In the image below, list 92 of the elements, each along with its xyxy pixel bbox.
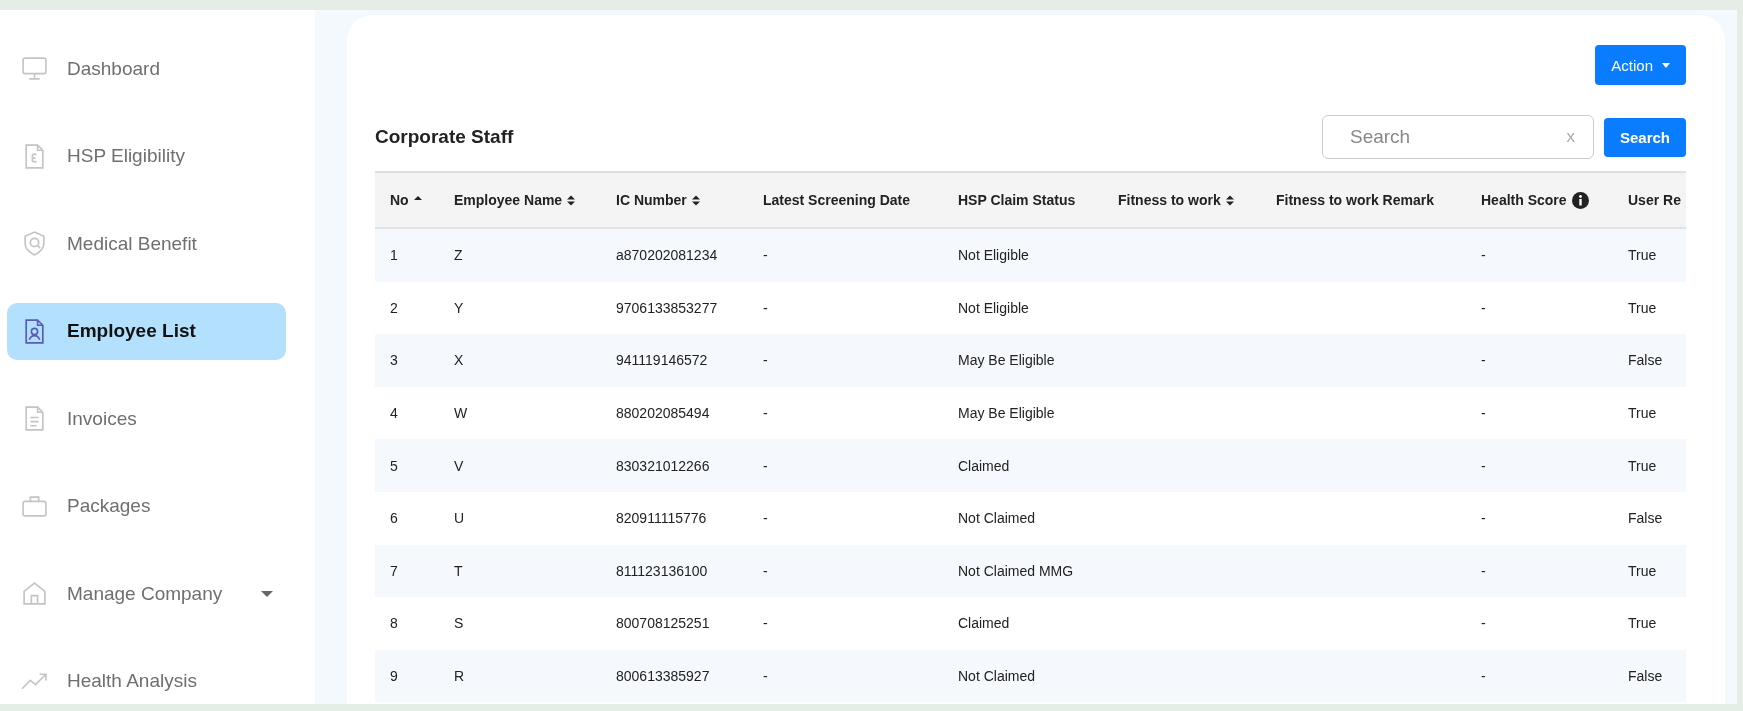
table-cell: 880202085494 [616, 405, 710, 422]
table-cell: - [1481, 457, 1486, 474]
table-cell: - [1481, 299, 1486, 316]
table-cell: - [763, 615, 768, 632]
table-cell: True [1628, 299, 1657, 316]
table-cell: T [454, 562, 463, 579]
table-cell: Not Eligible [958, 299, 1029, 316]
table-cell: 820911115776 [616, 510, 707, 527]
sort-icon[interactable] [691, 194, 700, 206]
sidebar-item[interactable]: HSP Eligibility [7, 127, 286, 185]
table-cell: - [1481, 247, 1486, 264]
column-header[interactable]: Fitness to work [1118, 192, 1221, 208]
house-icon [21, 580, 48, 607]
search-button[interactable]: Search [1603, 117, 1686, 157]
table-cell: S [454, 615, 464, 632]
table-cell: - [763, 405, 768, 422]
table-cell: - [763, 352, 768, 369]
table-cell: 9 [390, 668, 398, 685]
table-cell: True [1628, 615, 1657, 632]
table-cell: 7 [390, 562, 398, 579]
table-cell: 5 [390, 457, 398, 474]
table-cell: 941119146572 [616, 352, 708, 369]
table-cell: - [763, 247, 768, 264]
sidebar-item[interactable]: Dashboard [7, 40, 286, 97]
column-header[interactable]: Employee Name [454, 192, 563, 208]
table-cell: May Be Eligible [958, 352, 1055, 369]
table-cell: True [1628, 405, 1657, 422]
column-header: User Re [1628, 192, 1681, 208]
table-cell: - [763, 299, 768, 316]
sort-icon[interactable] [1225, 194, 1234, 206]
section-title: Corporate Staff [375, 126, 515, 148]
table-cell: False [1628, 352, 1663, 369]
table-cell: Claimed [958, 457, 1010, 474]
table-cell: a870202081234 [616, 247, 718, 264]
table-cell: W [454, 405, 468, 422]
table-cell: R [454, 668, 465, 685]
table-cell: X [454, 352, 464, 369]
table-cell: - [1481, 668, 1486, 685]
column-header: Fitness to work Remark [1276, 192, 1434, 208]
table-cell: 811123136100 [616, 562, 708, 579]
table-cell: U [454, 510, 465, 527]
table-cell: - [763, 668, 768, 685]
table-cell: Y [454, 299, 464, 316]
caret-icon[interactable] [261, 590, 274, 597]
caret-icon [1662, 62, 1670, 68]
table-cell: Claimed [958, 615, 1010, 632]
table-cell: 2 [390, 299, 398, 316]
table-cell: Not Eligible [958, 247, 1029, 264]
table-cell: True [1628, 562, 1657, 579]
column-header[interactable]: No [390, 192, 409, 208]
table-cell: 1 [390, 247, 398, 264]
table-cell: Not Claimed [958, 510, 1036, 527]
table-cell: Z [454, 247, 463, 264]
table-cell: - [1481, 352, 1486, 369]
sidebar-item[interactable]: Invoices [7, 390, 286, 447]
table-cell: - [1481, 510, 1486, 527]
sidebar-item[interactable]: Manage Company [7, 565, 286, 622]
table-cell: 8 [390, 615, 398, 632]
table-cell: 9706133853277 [616, 299, 718, 316]
column-header[interactable]: IC Number [616, 192, 687, 208]
column-header: Latest Screening Date [763, 192, 911, 208]
info-icon[interactable] [1571, 191, 1589, 209]
table-cell: True [1628, 247, 1657, 264]
table-cell: Not Claimed MMG [958, 562, 1074, 579]
table-cell: - [763, 510, 768, 527]
table-cell: 800613385927 [616, 668, 710, 685]
column-header: Health Score [1481, 192, 1567, 208]
table-cell: - [1481, 405, 1486, 422]
table-cell: False [1628, 510, 1663, 527]
sort-icon[interactable] [567, 194, 576, 206]
action-button[interactable]: Action [1595, 45, 1686, 85]
table-cell: - [1481, 562, 1486, 579]
column-header: HSP Claim Status [958, 192, 1076, 208]
table-cell: - [763, 562, 768, 579]
table-cell: 830321012266 [616, 457, 710, 474]
table-cell: - [763, 457, 768, 474]
table-cell: Not Claimed [958, 668, 1036, 685]
table-cell: 6 [390, 510, 398, 527]
sidebar-item[interactable]: Health Analysis [7, 652, 286, 704]
sidebar-item[interactable]: Employee List [7, 302, 286, 360]
shield-icon [21, 230, 48, 257]
sidebar-item[interactable]: Medical Benefit [7, 215, 286, 272]
sidebar-item[interactable]: Packages [7, 477, 286, 535]
table-cell: May Be Eligible [958, 405, 1055, 422]
table-cell: True [1628, 457, 1657, 474]
table-cell: - [1481, 615, 1486, 632]
table-cell: V [454, 457, 464, 474]
table-cell: 800708125251 [616, 615, 710, 632]
monitor-icon [21, 55, 48, 82]
table-cell: 3 [390, 352, 398, 369]
table-cell: False [1628, 668, 1663, 685]
table-cell: 4 [390, 405, 398, 422]
